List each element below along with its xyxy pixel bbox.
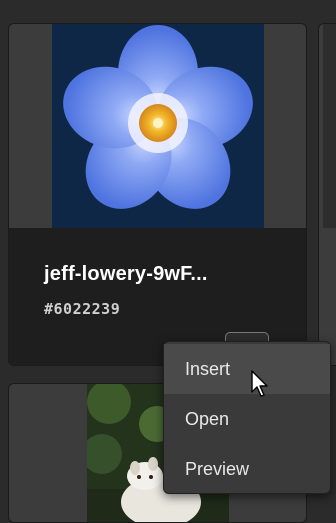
asset-id: #6022239: [44, 300, 121, 318]
adjacent-asset-card[interactable]: [318, 23, 336, 366]
asset-name: jeff-lowery-9wF...: [44, 263, 208, 285]
asset-thumbnail[interactable]: [52, 24, 264, 228]
asset-card[interactable]: jeff-lowery-9wF... #6022239: [8, 23, 307, 366]
adjacent-asset-thumbnail[interactable]: [323, 24, 336, 228]
menu-item-preview[interactable]: Preview: [164, 444, 330, 494]
arrow-cursor-icon: [251, 370, 268, 397]
forget-me-not-flower-image: [52, 24, 264, 228]
menu-item-insert[interactable]: Insert: [164, 344, 330, 394]
context-menu: Insert Open Preview: [163, 341, 331, 494]
menu-item-open[interactable]: Open: [164, 394, 330, 444]
